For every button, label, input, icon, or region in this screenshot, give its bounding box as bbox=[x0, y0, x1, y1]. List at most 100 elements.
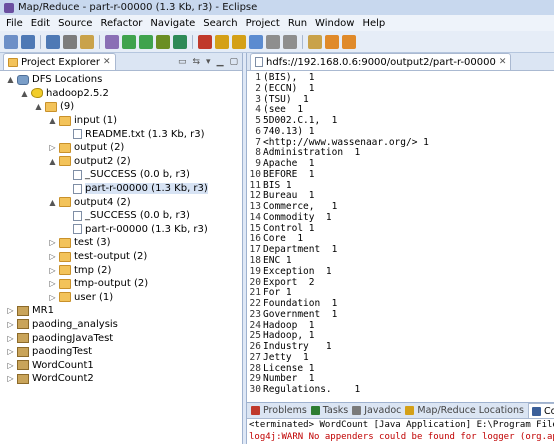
tree-item[interactable]: ▲ output2 (2) bbox=[0, 155, 242, 169]
tree-item[interactable]: _SUCCESS (0.0 b, r3) bbox=[0, 209, 242, 223]
tree-item[interactable]: ▷ WordCount2 bbox=[0, 372, 242, 386]
external-tools-icon[interactable] bbox=[198, 34, 212, 49]
tree-item[interactable]: _SUCCESS (0.0 b, r3) bbox=[0, 168, 242, 182]
refresh-icon[interactable] bbox=[122, 34, 136, 49]
tab-conso[interactable]: Conso bbox=[527, 403, 554, 418]
collapsed-arrow-icon[interactable]: ▷ bbox=[48, 238, 57, 247]
collapsed-arrow-icon[interactable]: ▷ bbox=[6, 320, 15, 329]
tree-item[interactable]: ▷ test (3) bbox=[0, 236, 242, 250]
toolbar-separator bbox=[302, 34, 303, 49]
tab-map-reduce-locations[interactable]: Map/Reduce Locations bbox=[405, 405, 524, 416]
expanded-arrow-icon[interactable]: ▲ bbox=[20, 89, 29, 98]
collapsed-arrow-icon[interactable]: ▷ bbox=[6, 334, 15, 343]
tree-item-label: tmp-output (2) bbox=[74, 278, 149, 290]
menu-run[interactable]: Run bbox=[284, 18, 311, 29]
new-java-project-icon[interactable] bbox=[215, 34, 229, 49]
annotation-icon[interactable] bbox=[308, 34, 322, 49]
forward-icon[interactable] bbox=[342, 34, 356, 49]
tree-item[interactable]: part-r-00000 (1.3 Kb, r3) bbox=[0, 223, 242, 237]
folder-icon bbox=[59, 278, 71, 289]
tree-item[interactable]: ▷ paodingJavaTest bbox=[0, 331, 242, 345]
collapsed-arrow-icon[interactable]: ▷ bbox=[6, 374, 15, 383]
open-type-icon[interactable] bbox=[266, 34, 280, 49]
menu-project[interactable]: Project bbox=[242, 18, 284, 29]
save-icon[interactable] bbox=[21, 34, 35, 49]
collapsed-arrow-icon[interactable]: ▷ bbox=[48, 279, 57, 288]
tree-item[interactable]: ▷ WordCount1 bbox=[0, 358, 242, 372]
expanded-arrow-icon[interactable]: ▲ bbox=[48, 198, 57, 207]
editor-tab[interactable]: hdfs://192.168.0.6:9000/output2/part-r-0… bbox=[250, 53, 512, 70]
tree-item[interactable]: ▷ MR1 bbox=[0, 304, 242, 318]
minimize-icon[interactable]: ▁ bbox=[217, 57, 224, 67]
tab-tasks[interactable]: Tasks bbox=[310, 405, 348, 416]
menu-navigate[interactable]: Navigate bbox=[146, 18, 199, 29]
print-icon[interactable] bbox=[63, 34, 77, 49]
collapsed-arrow-icon[interactable]: ▷ bbox=[48, 293, 57, 302]
tree-item[interactable]: ▲ DFS Locations bbox=[0, 73, 242, 87]
editor-tab-label: hdfs://192.168.0.6:9000/output2/part-r-0… bbox=[266, 56, 496, 68]
link-editor-icon[interactable]: ⇆ bbox=[192, 57, 200, 67]
tab-javadoc[interactable]: Javadoc bbox=[352, 405, 401, 416]
javadoc-icon bbox=[352, 406, 362, 415]
tree-item[interactable]: ▷ output (2) bbox=[0, 141, 242, 155]
debug-icon[interactable] bbox=[156, 34, 170, 49]
menu-edit[interactable]: Edit bbox=[27, 18, 54, 29]
editor-line: 10 BEFORE 1 bbox=[247, 169, 554, 181]
menu-window[interactable]: Window bbox=[311, 18, 358, 29]
collapsed-arrow-icon[interactable]: ▷ bbox=[48, 252, 57, 261]
tree-item[interactable]: ▲ input (1) bbox=[0, 114, 242, 128]
tree-item[interactable]: ▷ tmp (2) bbox=[0, 263, 242, 277]
tree-item[interactable]: part-r-00000 (1.3 Kb, r3) bbox=[0, 182, 242, 196]
collapsed-arrow-icon[interactable]: ▷ bbox=[48, 143, 57, 152]
expanded-arrow-icon[interactable]: ▲ bbox=[48, 116, 57, 125]
collapsed-arrow-icon[interactable]: ▷ bbox=[6, 306, 15, 315]
close-icon[interactable]: ✕ bbox=[499, 57, 507, 67]
build-icon[interactable] bbox=[80, 34, 94, 49]
new-class-icon[interactable] bbox=[249, 34, 263, 49]
tree-item[interactable]: ▲ (9) bbox=[0, 100, 242, 114]
menu-source[interactable]: Source bbox=[54, 18, 96, 29]
new-package-icon[interactable] bbox=[232, 34, 246, 49]
expanded-arrow-icon[interactable]: ▲ bbox=[34, 102, 43, 111]
collapse-all-icon[interactable]: ▭ bbox=[178, 57, 187, 67]
tree-item-label: WordCount2 bbox=[32, 373, 94, 385]
perspective-icon[interactable] bbox=[105, 34, 119, 49]
tree-item-label: _SUCCESS (0.0 b, r3) bbox=[85, 210, 190, 222]
menu-refactor[interactable]: Refactor bbox=[96, 18, 146, 29]
collapsed-arrow-icon[interactable]: ▷ bbox=[6, 347, 15, 356]
line-text: 740.13) 1 bbox=[263, 125, 315, 137]
menu-help[interactable]: Help bbox=[358, 18, 389, 29]
back-icon[interactable] bbox=[325, 34, 339, 49]
hadoop-icon bbox=[31, 88, 43, 99]
tree-item[interactable]: ▷ tmp-output (2) bbox=[0, 277, 242, 291]
tree-item[interactable]: ▷ paoding_analysis bbox=[0, 318, 242, 332]
tab-problems[interactable]: Problems bbox=[251, 405, 307, 416]
editor-text[interactable]: 1 (BIS), 1 2 (ECCN) 1 3 (TSU) 1 4 (see 1 5 5D002.… bbox=[247, 71, 554, 396]
run-icon[interactable] bbox=[173, 34, 187, 49]
close-icon[interactable]: ✕ bbox=[103, 57, 111, 67]
collapsed-arrow-icon[interactable]: ▷ bbox=[48, 266, 57, 275]
search-icon[interactable] bbox=[283, 34, 297, 49]
run-config-icon[interactable] bbox=[139, 34, 153, 49]
expanded-arrow-icon[interactable]: ▲ bbox=[6, 75, 15, 84]
expanded-arrow-icon[interactable]: ▲ bbox=[48, 157, 57, 166]
tree-item[interactable]: ▲ hadoop2.5.2 bbox=[0, 87, 242, 101]
tree-item[interactable]: ▷ test-output (2) bbox=[0, 250, 242, 264]
menu-file[interactable]: File bbox=[2, 18, 27, 29]
tree-item[interactable]: ▲ output4 (2) bbox=[0, 195, 242, 209]
bottom-tab-bar: Problems Tasks Javadoc Map/Reduce Locations… bbox=[247, 403, 554, 419]
collapsed-arrow-icon[interactable]: ▷ bbox=[6, 361, 15, 370]
view-menu-icon[interactable]: ▾ bbox=[206, 57, 211, 67]
bottom-tab-label: Map/Reduce Locations bbox=[417, 405, 524, 416]
maximize-icon[interactable]: ▢ bbox=[229, 57, 238, 67]
tree-item[interactable]: ▷ user (1) bbox=[0, 291, 242, 305]
menu-search[interactable]: Search bbox=[199, 18, 241, 29]
new-icon[interactable] bbox=[4, 34, 18, 49]
menu-bar: File Edit Source Refactor Navigate Search Proj… bbox=[0, 15, 554, 31]
tree-item[interactable]: ▷ paodingTest bbox=[0, 345, 242, 359]
save-all-icon[interactable] bbox=[46, 34, 60, 49]
tree-item[interactable]: README.txt (1.3 Kb, r3) bbox=[0, 127, 242, 141]
editor-line: 6 740.13) 1 bbox=[247, 125, 554, 138]
toolbar-separator bbox=[192, 34, 193, 49]
project-explorer-tab[interactable]: Project Explorer ✕ bbox=[3, 53, 116, 70]
